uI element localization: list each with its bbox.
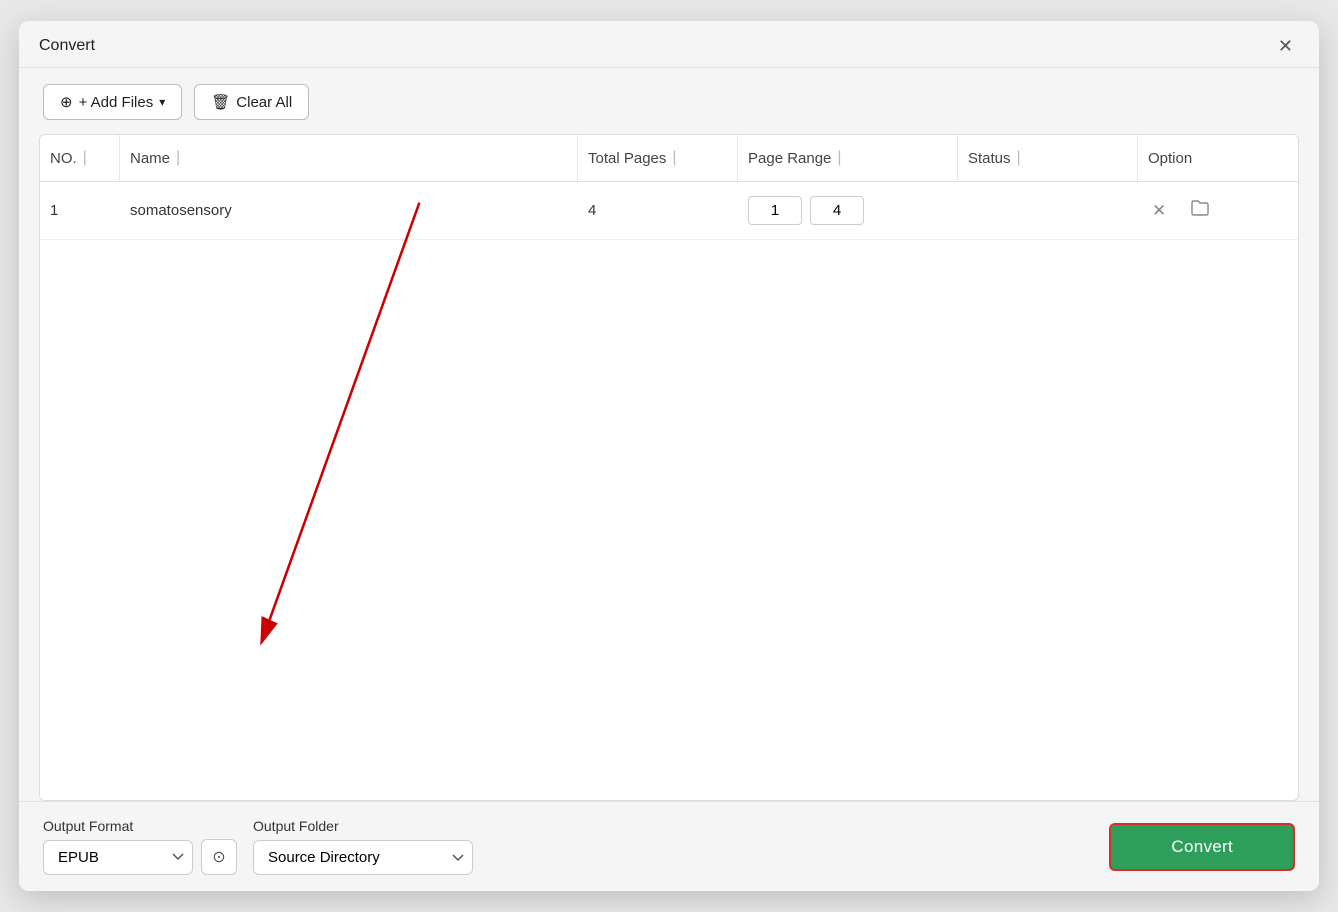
page-range-start-input[interactable] [748,196,802,225]
page-range-inputs [748,196,864,225]
output-folder-select[interactable]: Source Directory Custom... [253,840,473,875]
add-files-dropdown-icon: ▾ [159,95,165,109]
add-icon: ⊕ [60,93,73,111]
col-header-page-range: Page Range | [738,135,958,181]
col-sep-pagerange: | [837,149,841,167]
window-title: Convert [39,37,95,55]
file-table: NO. | Name | Total Pages | Page Range | … [39,134,1299,801]
add-files-label: + Add Files [79,94,154,111]
col-header-status: Status | [958,135,1138,181]
cell-name: somatosensory [120,188,578,233]
output-format-group: Output Format EPUB MOBI AZW3 DOCX HTML T… [43,818,237,875]
delete-row-button[interactable]: ✕ [1148,199,1170,223]
convert-button[interactable]: Convert [1109,823,1295,871]
row-number: 1 [50,202,58,219]
col-sep-totalpages: | [672,149,676,167]
col-sep-no: | [83,149,87,167]
total-pages-value: 4 [588,202,596,219]
cell-total-pages: 4 [578,188,738,233]
cell-page-range [738,182,958,239]
open-folder-button[interactable] [1186,197,1214,224]
col-header-no: NO. | [40,135,120,181]
col-header-name: Name | [120,135,578,181]
trash-icon: 🗑 [211,93,230,111]
bottom-bar: Output Format EPUB MOBI AZW3 DOCX HTML T… [19,801,1319,891]
output-format-label: Output Format [43,818,237,834]
format-select-wrap: EPUB MOBI AZW3 DOCX HTML TXT ⊙ [43,839,237,875]
col-header-page-range-text: Page Range [748,150,831,167]
cell-option: ✕ [1138,183,1298,238]
file-name: somatosensory [130,202,232,219]
col-header-total-pages-text: Total Pages [588,150,666,167]
cell-no: 1 [40,188,120,233]
clear-all-label: Clear All [236,94,292,111]
col-header-status-text: Status [968,150,1011,167]
settings-icon: ⊙ [212,847,225,867]
close-button[interactable]: ✕ [1272,35,1299,57]
col-header-option-text: Option [1148,150,1192,167]
page-range-end-input[interactable] [810,196,864,225]
col-sep-name: | [176,149,180,167]
convert-window: Convert ✕ ⊕ + Add Files ▾ 🗑 Clear All NO… [19,21,1319,891]
add-files-button[interactable]: ⊕ + Add Files ▾ [43,84,182,120]
output-folder-group: Output Folder Source Directory Custom... [253,818,473,875]
toolbar: ⊕ + Add Files ▾ 🗑 Clear All [19,68,1319,134]
cell-status [958,197,1138,225]
output-folder-label: Output Folder [253,818,473,834]
title-bar: Convert ✕ [19,21,1319,68]
table-header: NO. | Name | Total Pages | Page Range | … [40,135,1298,182]
format-settings-button[interactable]: ⊙ [201,839,237,875]
col-header-total-pages: Total Pages | [578,135,738,181]
clear-all-button[interactable]: 🗑 Clear All [194,84,309,120]
col-header-option: Option [1138,135,1298,181]
table-row: 1 somatosensory 4 ✕ [40,182,1298,240]
format-select[interactable]: EPUB MOBI AZW3 DOCX HTML TXT [43,840,193,875]
col-header-no-text: NO. [50,150,77,167]
col-sep-status: | [1017,149,1021,167]
col-header-name-text: Name [130,150,170,167]
